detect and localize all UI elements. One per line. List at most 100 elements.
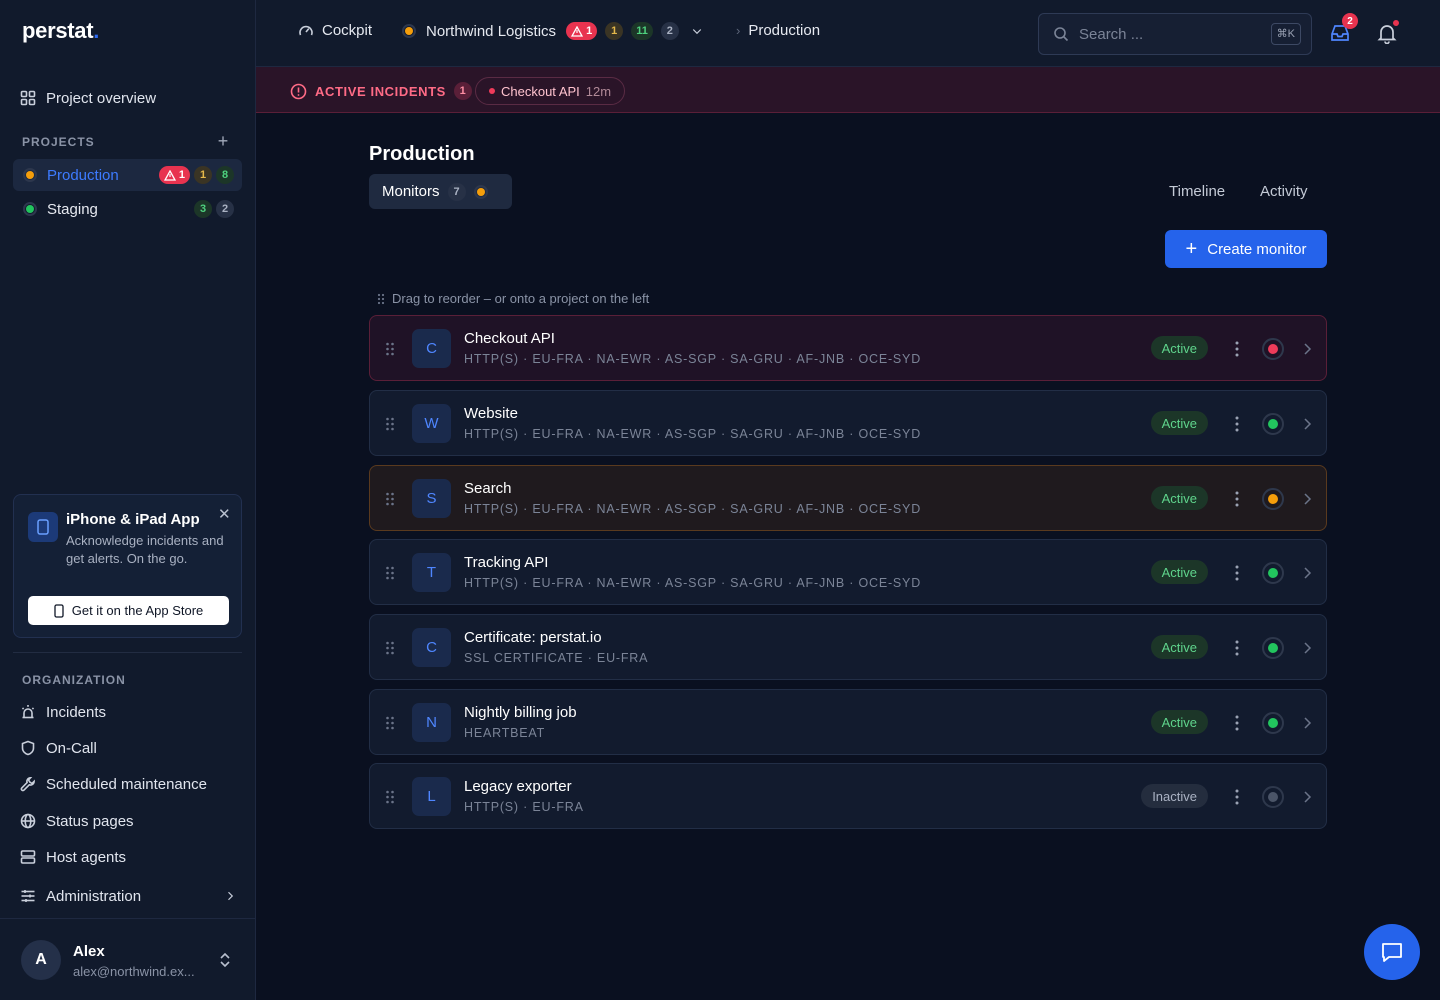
monitor-status-indicator	[1262, 637, 1284, 659]
monitor-avatar: N	[412, 703, 451, 742]
sidebar-project-production[interactable]: Production 1 1 8	[13, 159, 242, 191]
chevron-right-icon[interactable]	[1302, 565, 1312, 581]
monitor-name: Nightly billing job	[464, 704, 577, 721]
monitor-row[interactable]: C Checkout API HTTP(S) · EU-FRA · NA-EWR…	[369, 315, 1327, 381]
monitor-meta: SSL CERTIFICATE · EU-FRA	[464, 651, 649, 665]
monitor-count-badge: 7	[447, 182, 466, 201]
warn-badge: 1	[605, 22, 624, 40]
drag-handle-icon[interactable]	[385, 640, 395, 656]
globe-icon	[20, 813, 36, 829]
siren-icon	[21, 705, 35, 719]
sidebar-item-incidents[interactable]: Incidents	[20, 700, 106, 724]
tab-activity[interactable]: Activity	[1260, 183, 1308, 200]
more-vertical-icon[interactable]	[1234, 489, 1240, 509]
ok-badge: 3	[194, 200, 212, 218]
monitor-meta: HTTP(S) · EU-FRA · NA-EWR · AS-SGP · SA-…	[464, 576, 922, 590]
phone-icon	[28, 512, 58, 542]
tab-timeline[interactable]: Timeline	[1169, 183, 1225, 200]
sidebar: perstat. Project overview PROJECTS + Pro…	[0, 0, 256, 1000]
breadcrumb-cockpit[interactable]: Cockpit	[298, 22, 372, 39]
monitor-status-indicator	[1262, 786, 1284, 808]
sidebar-item-scheduled-maintenance[interactable]: Scheduled maintenance	[20, 772, 207, 796]
monitor-row[interactable]: N Nightly billing job HEARTBEAT Active	[369, 689, 1327, 755]
monitor-row[interactable]: C Certificate: perstat.io SSL CERTIFICAT…	[369, 614, 1327, 680]
more-vertical-icon[interactable]	[1234, 563, 1240, 583]
chevron-right-icon[interactable]	[1302, 341, 1312, 357]
sidebar-item-administration[interactable]: Administration	[20, 884, 236, 908]
more-vertical-icon[interactable]	[1234, 414, 1240, 434]
notifications-button[interactable]	[1373, 19, 1401, 47]
close-icon[interactable]: ✕	[218, 505, 231, 523]
avatar: A	[21, 940, 61, 980]
incident-chip-checkout-api[interactable]: Checkout API 12m	[475, 77, 626, 105]
monitors-status-dot	[473, 184, 488, 199]
page-title: Production	[369, 143, 475, 165]
monitor-avatar: S	[412, 479, 451, 518]
ok-badge: 8	[216, 166, 234, 184]
sidebar-item-on-call[interactable]: On-Call	[20, 736, 97, 760]
add-project-button[interactable]: +	[214, 132, 232, 150]
drag-handle-icon[interactable]	[385, 565, 395, 581]
ios-app-promo: iPhone & iPad App Acknowledge incidents …	[13, 494, 242, 638]
monitor-meta: HTTP(S) · EU-FRA · NA-EWR · AS-SGP · SA-…	[464, 427, 922, 441]
chevron-right-icon[interactable]	[1302, 789, 1312, 805]
project-badges: 3 2	[194, 200, 234, 218]
chevron-down-icon[interactable]	[691, 25, 703, 37]
drag-handle-icon[interactable]	[385, 416, 395, 432]
drag-handle-icon[interactable]	[385, 341, 395, 357]
monitor-state-badge: Active	[1150, 411, 1208, 435]
chevron-right-icon[interactable]	[1302, 715, 1312, 731]
monitor-status-indicator	[1262, 413, 1284, 435]
chevron-right-icon[interactable]	[1302, 416, 1312, 432]
org-status-dot	[402, 24, 416, 38]
sidebar-item-project-overview[interactable]: Project overview	[20, 86, 156, 110]
drag-handle-icon[interactable]	[385, 789, 395, 805]
brand-logo[interactable]: perstat.	[22, 18, 99, 44]
search-placeholder: Search ...	[1079, 25, 1144, 43]
more-vertical-icon[interactable]	[1234, 787, 1240, 807]
user-email: alex@northwind.ex...	[73, 964, 195, 979]
breadcrumb-separator: ›	[736, 23, 741, 38]
inbox-button[interactable]: 2	[1326, 13, 1358, 47]
more-vertical-icon[interactable]	[1234, 638, 1240, 658]
search-input[interactable]: Search ... ⌘K	[1038, 13, 1312, 55]
breadcrumb-current: › Production	[736, 22, 821, 39]
breadcrumb-org[interactable]: Northwind Logistics 1 1 11 2	[402, 22, 703, 40]
monitor-row[interactable]: L Legacy exporter HTTP(S) · EU-FRA Inact…	[369, 763, 1327, 829]
sidebar-project-staging[interactable]: Staging 3 2	[13, 193, 242, 225]
organization-section-label: ORGANIZATION	[22, 673, 126, 687]
create-monitor-button[interactable]: + Create monitor	[1165, 230, 1327, 268]
monitor-meta: HTTP(S) · EU-FRA	[464, 800, 584, 814]
monitor-avatar: W	[412, 404, 451, 443]
phone-icon	[54, 603, 64, 618]
drag-handle-icon[interactable]	[385, 715, 395, 731]
chevron-right-icon[interactable]	[1302, 640, 1312, 656]
app-store-button[interactable]: Get it on the App Store	[28, 596, 229, 625]
monitor-state-badge: Active	[1150, 336, 1208, 360]
monitor-status-indicator	[1262, 338, 1284, 360]
chat-button[interactable]	[1364, 924, 1420, 980]
drag-handle-icon[interactable]	[385, 491, 395, 507]
monitor-row[interactable]: T Tracking API HTTP(S) · EU-FRA · NA-EWR…	[369, 539, 1327, 605]
warn-badge: 1	[194, 166, 212, 184]
more-vertical-icon[interactable]	[1234, 713, 1240, 733]
server-icon	[20, 850, 36, 864]
monitor-row[interactable]: W Website HTTP(S) · EU-FRA · NA-EWR · AS…	[369, 390, 1327, 456]
chevron-right-icon[interactable]	[1302, 491, 1312, 507]
user-menu[interactable]: A Alex alex@northwind.ex...	[0, 918, 256, 1000]
chat-icon	[1382, 943, 1402, 962]
incident-dot	[489, 88, 495, 94]
monitor-avatar: L	[412, 777, 451, 816]
monitor-row[interactable]: S Search HTTP(S) · EU-FRA · NA-EWR · AS-…	[369, 465, 1327, 531]
sidebar-item-status-pages[interactable]: Status pages	[20, 809, 134, 833]
sidebar-item-host-agents[interactable]: Host agents	[20, 845, 126, 869]
monitor-meta: HTTP(S) · EU-FRA · NA-EWR · AS-SGP · SA-…	[464, 352, 922, 366]
monitor-name: Certificate: perstat.io	[464, 629, 602, 646]
chevron-up-down-icon	[220, 952, 230, 968]
main-content: Production Monitors 7 Timeline Activity …	[256, 113, 1440, 1000]
projects-section-label: PROJECTS	[22, 135, 95, 149]
tab-monitors[interactable]: Monitors 7	[369, 174, 512, 209]
alert-badge: 1	[158, 166, 190, 184]
more-vertical-icon[interactable]	[1234, 339, 1240, 359]
divider	[13, 652, 242, 653]
